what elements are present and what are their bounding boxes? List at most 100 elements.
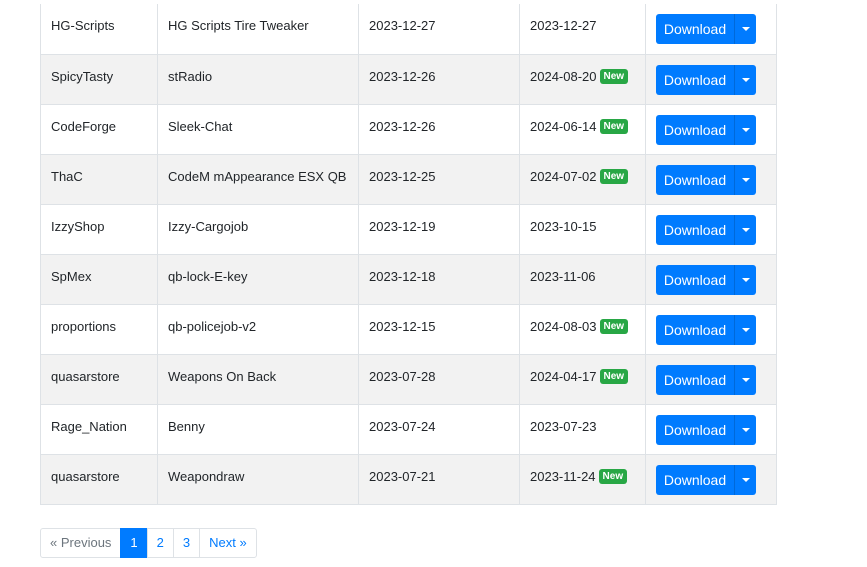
- updated-cell: 2023-11-06: [519, 253, 646, 305]
- caret-down-icon: [741, 477, 750, 482]
- updated-date: 2024-07-02: [530, 168, 597, 184]
- download-button-group: Download: [656, 164, 756, 195]
- table-row: quasarstore Weapondraw 2023-07-21 2023-11-2…: [40, 453, 777, 505]
- action-cell: Download: [645, 403, 777, 455]
- download-button[interactable]: Download: [656, 64, 734, 95]
- updated-date: 2023-11-24: [530, 468, 596, 484]
- pagination-previous[interactable]: « Previous: [40, 528, 122, 558]
- resource-name: Izzy-Cargojob: [168, 218, 249, 234]
- updated-date: 2024-04-17: [530, 368, 597, 384]
- resource-name-cell: Izzy-Cargojob: [157, 203, 359, 255]
- resource-name-cell: CodeM mAppearance ESX QB: [157, 153, 359, 205]
- pagination-next[interactable]: Next »: [199, 528, 257, 558]
- download-dropdown-toggle[interactable]: [734, 264, 756, 295]
- updated-date: 2023-11-06: [530, 268, 596, 284]
- download-dropdown-toggle[interactable]: [734, 464, 756, 495]
- download-button[interactable]: Download: [656, 114, 734, 145]
- download-button[interactable]: Download: [656, 364, 734, 395]
- author-cell: HG-Scripts: [40, 4, 158, 55]
- pagination-page-3[interactable]: 3: [172, 528, 201, 558]
- updated-date: 2024-06-14: [530, 118, 597, 134]
- resource-name: Sleek-Chat: [168, 118, 233, 134]
- resource-name: qb-policejob-v2: [168, 318, 257, 334]
- updated-cell: 2024-08-20 New: [519, 53, 646, 105]
- created-cell: 2023-12-19: [358, 203, 520, 255]
- created-date: 2023-12-18: [369, 268, 436, 284]
- download-dropdown-toggle[interactable]: [734, 164, 756, 195]
- author-cell: Rage_Nation: [40, 403, 158, 455]
- download-dropdown-toggle[interactable]: [734, 114, 756, 145]
- action-cell: Download: [645, 4, 777, 55]
- updated-wrap: 2024-07-02 New: [530, 155, 635, 185]
- pagination-page-2[interactable]: 2: [146, 528, 174, 558]
- download-button[interactable]: Download: [656, 264, 734, 295]
- updated-wrap: 2024-06-14 New: [530, 105, 635, 135]
- download-dropdown-toggle[interactable]: [734, 364, 756, 395]
- resource-name-cell: Weapons On Back: [157, 353, 359, 405]
- action-cell: Download: [645, 203, 777, 255]
- resource-name-cell: HG Scripts Tire Tweaker: [157, 4, 359, 55]
- updated-wrap: 2024-08-03 New: [530, 305, 635, 335]
- table-row: quasarstore Weapons On Back 2023-07-28 2024…: [40, 353, 777, 405]
- resource-name-cell: qb-policejob-v2: [157, 303, 359, 355]
- resource-name-cell: qb-lock-E-key: [157, 253, 359, 305]
- created-date: 2023-12-26: [369, 68, 436, 84]
- author-cell: ThaC: [40, 153, 158, 205]
- action-cell: Download: [645, 103, 777, 155]
- caret-down-icon: [741, 27, 750, 31]
- download-button[interactable]: Download: [656, 314, 734, 345]
- download-button[interactable]: Download: [656, 164, 734, 195]
- table-row: ThaC CodeM mAppearance ESX QB 2023-12-25 20…: [40, 153, 777, 205]
- download-button[interactable]: Download: [656, 214, 734, 245]
- download-dropdown-toggle[interactable]: [734, 214, 756, 245]
- action-cell: Download: [645, 303, 777, 355]
- author-name: ThaC: [51, 168, 83, 184]
- created-cell: 2023-12-27: [358, 4, 520, 55]
- new-badge: New: [599, 169, 629, 184]
- resource-name: CodeM mAppearance ESX QB: [168, 168, 347, 184]
- caret-down-icon: [741, 277, 750, 282]
- resource-name-cell: Weapondraw: [157, 453, 359, 505]
- download-button-group: Download: [656, 214, 756, 245]
- download-button[interactable]: Download: [656, 464, 734, 495]
- table-row: CodeForge Sleek-Chat 2023-12-26 2024-06-14 N…: [40, 103, 777, 155]
- created-date: 2023-07-21: [369, 468, 436, 484]
- updated-wrap: 2023-07-23: [530, 405, 635, 435]
- updated-date: 2023-12-27: [530, 18, 597, 33]
- resource-name: qb-lock-E-key: [168, 268, 248, 284]
- caret-down-icon: [741, 427, 750, 432]
- new-badge: New: [599, 119, 629, 134]
- updated-wrap: 2023-11-24 New: [530, 455, 635, 485]
- updated-cell: 2024-06-14 New: [519, 103, 646, 155]
- updated-wrap: 2023-11-06: [530, 255, 635, 285]
- resource-name: Weapons On Back: [168, 368, 277, 384]
- download-dropdown-toggle[interactable]: [734, 314, 756, 345]
- download-button[interactable]: Download: [656, 14, 734, 44]
- resources-table-body: HG-Scripts HG Scripts Tire Tweaker 2023-12…: [40, 4, 777, 505]
- updated-cell: 2023-11-24 New: [519, 453, 646, 505]
- table-row: IzzyShop Izzy-Cargojob 2023-12-19 2023-10-1…: [40, 203, 777, 255]
- resource-name: stRadio: [168, 68, 213, 84]
- resources-table: HG-Scripts HG Scripts Tire Tweaker 2023-12…: [40, 4, 777, 505]
- new-badge: New: [599, 69, 629, 84]
- download-dropdown-toggle[interactable]: [734, 64, 756, 95]
- download-button-group: Download: [656, 64, 756, 95]
- pagination-page-1[interactable]: 1: [120, 528, 148, 558]
- author-name: HG-Scripts: [51, 18, 115, 33]
- author-name: SpMex: [51, 268, 92, 284]
- download-button[interactable]: Download: [656, 414, 734, 445]
- new-badge: New: [599, 369, 629, 384]
- download-dropdown-toggle[interactable]: [734, 14, 756, 44]
- table-row: SpMex qb-lock-E-key 2023-12-18 2023-11-06 Do…: [40, 253, 777, 305]
- caret-down-icon: [741, 377, 750, 382]
- download-button-group: Download: [656, 264, 756, 295]
- author-name: quasarstore: [51, 468, 120, 484]
- updated-wrap: 2024-08-20 New: [530, 55, 635, 85]
- resource-name: HG Scripts Tire Tweaker: [168, 18, 309, 33]
- created-date: 2023-12-25: [369, 168, 436, 184]
- download-dropdown-toggle[interactable]: [734, 414, 756, 445]
- author-name: Rage_Nation: [51, 418, 127, 434]
- caret-down-icon: [741, 227, 750, 232]
- pagination: « Previous 1 2 3 Next »: [40, 528, 257, 558]
- created-cell: 2023-12-15: [358, 303, 520, 355]
